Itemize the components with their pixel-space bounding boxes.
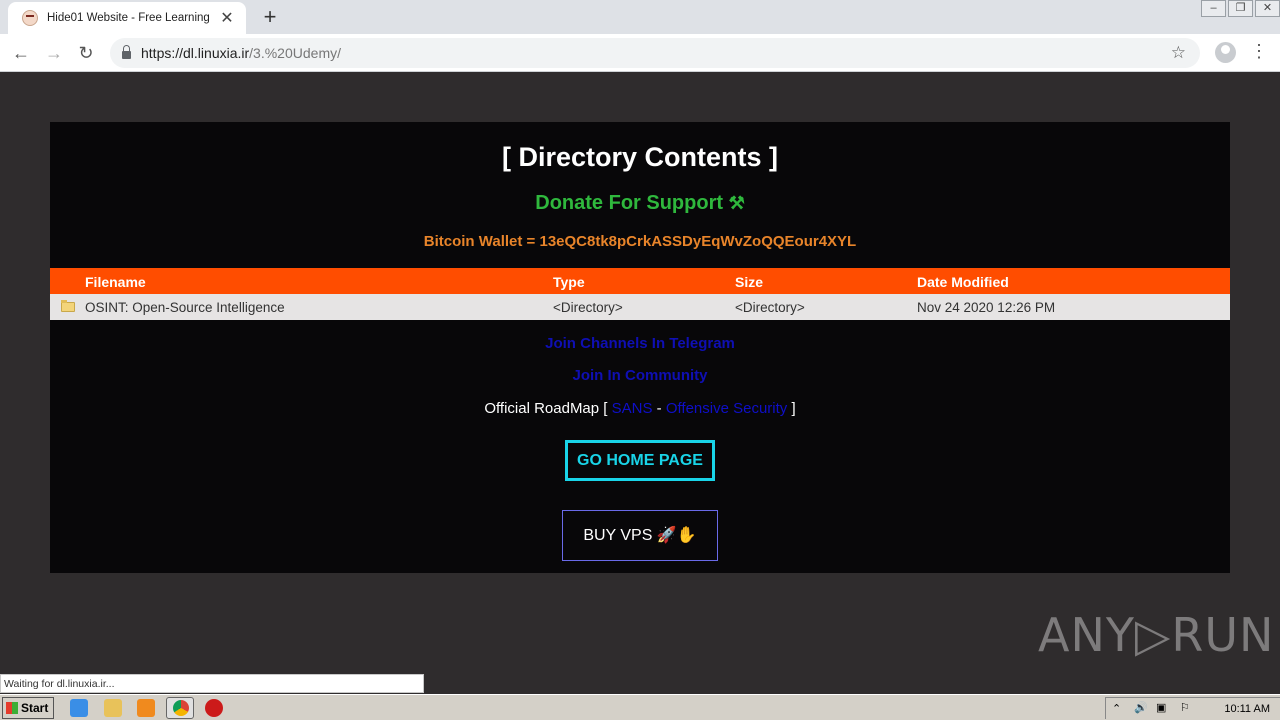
taskbar: Start ⌃ 🔊 ▣ ⚐ 10:11 AM (0, 694, 1280, 720)
back-arrow-icon[interactable]: ← (9, 41, 33, 65)
community-link[interactable]: Join In Community (50, 367, 1230, 384)
clock[interactable]: 10:11 AM (1224, 703, 1270, 715)
lock-icon (122, 45, 131, 59)
hammer-icon: ⚒ (728, 193, 745, 213)
chrome-taskbar-button[interactable] (166, 697, 194, 719)
bookmark-star-icon[interactable]: ☆ (1171, 43, 1186, 63)
new-tab-button[interactable]: + (258, 4, 282, 30)
browser-toolbar: ← → ↻ https://dl.linuxia.ir/3.%20Udemy/ … (0, 34, 1280, 72)
directory-panel: [ Directory Contents ] Donate For Suppor… (50, 122, 1230, 573)
maximize-button[interactable]: ❐ (1228, 0, 1253, 17)
roadmap-line: Official RoadMap [ SANS - Offensive Secu… (50, 400, 1230, 417)
roadmap-separator: - (656, 400, 662, 417)
browser-menu-icon[interactable]: ⋮ (1250, 41, 1268, 62)
window-controls: – ❐ ✕ (1199, 0, 1280, 20)
roadmap-prefix: Official RoadMap [ (484, 400, 608, 417)
tab-strip: Hide01 Website - Free Learning ✕ + – ❐ ✕ (0, 0, 1280, 34)
url-path: /3.%20Udemy/ (249, 45, 341, 61)
status-bar: Waiting for dl.linuxia.ir... (0, 674, 424, 693)
address-bar[interactable]: https://dl.linuxia.ir/3.%20Udemy/ ☆ (110, 38, 1200, 68)
donate-link[interactable]: Donate For Support ⚒ (50, 192, 1230, 215)
internet-explorer-icon[interactable] (70, 699, 88, 717)
row-date: Nov 24 2020 12:26 PM (917, 300, 1056, 315)
folder-icon (61, 300, 75, 312)
stop-icon[interactable] (205, 699, 223, 717)
reload-icon[interactable]: ↻ (74, 41, 98, 65)
row-size: <Directory> (735, 300, 805, 315)
close-tab-icon[interactable]: ✕ (218, 8, 236, 28)
row-type: <Directory> (553, 300, 623, 315)
url-text: https://dl.linuxia.ir/3.%20Udemy/ (141, 45, 341, 61)
donate-label: Donate For Support (535, 192, 724, 214)
anyrun-watermark: ANY▷RUN (1038, 608, 1275, 662)
rocket-icon: 🚀 (656, 527, 677, 544)
table-header: Filename Type Size Date Modified (50, 268, 1230, 294)
offensive-security-link[interactable]: Offensive Security (666, 400, 787, 417)
flag-icon[interactable]: ⚐ (1180, 701, 1190, 714)
column-size[interactable]: Size (735, 274, 763, 290)
bitcoin-wallet: Bitcoin Wallet = 13eQC8tk8pCrkASSDyEqWvZ… (423, 233, 857, 250)
buy-vps-button[interactable]: BUY VPS 🚀✋ (562, 510, 718, 561)
url-host: https://dl.linuxia.ir (141, 45, 250, 61)
system-tray: ⌃ 🔊 ▣ ⚐ 10:11 AM (1105, 697, 1280, 719)
hand-icon: ✋ (676, 527, 697, 544)
page-title: [ Directory Contents ] (501, 142, 779, 172)
tray-arrow-icon[interactable]: ⌃ (1112, 702, 1121, 715)
volume-icon[interactable]: 🔊 (1134, 701, 1148, 714)
forward-arrow-icon[interactable]: → (42, 41, 66, 65)
start-button[interactable]: Start (2, 697, 54, 719)
table-row[interactable]: OSINT: Open-Source Intelligence <Directo… (50, 294, 1230, 320)
go-home-button[interactable]: GO HOME PAGE (565, 440, 715, 481)
column-date-modified[interactable]: Date Modified (917, 274, 1009, 290)
telegram-link[interactable]: Join Channels In Telegram (50, 335, 1230, 352)
close-window-button[interactable]: ✕ (1255, 0, 1280, 17)
browser-tab[interactable]: Hide01 Website - Free Learning ✕ (8, 2, 246, 34)
network-icon[interactable]: ▣ (1156, 701, 1166, 714)
column-filename[interactable]: Filename (85, 274, 146, 290)
sans-link[interactable]: SANS (612, 400, 653, 417)
tab-title: Hide01 Website - Free Learning (47, 12, 210, 24)
row-filename[interactable]: OSINT: Open-Source Intelligence (85, 300, 285, 315)
profile-avatar-icon[interactable] (1215, 42, 1236, 63)
file-explorer-icon[interactable] (104, 699, 122, 717)
media-player-icon[interactable] (137, 699, 155, 717)
column-type[interactable]: Type (553, 274, 585, 290)
chrome-icon (173, 700, 189, 716)
minimize-button[interactable]: – (1201, 0, 1226, 17)
buy-vps-label: BUY VPS (583, 527, 653, 544)
roadmap-suffix: ] (791, 400, 796, 417)
site-favicon-icon (22, 10, 38, 26)
